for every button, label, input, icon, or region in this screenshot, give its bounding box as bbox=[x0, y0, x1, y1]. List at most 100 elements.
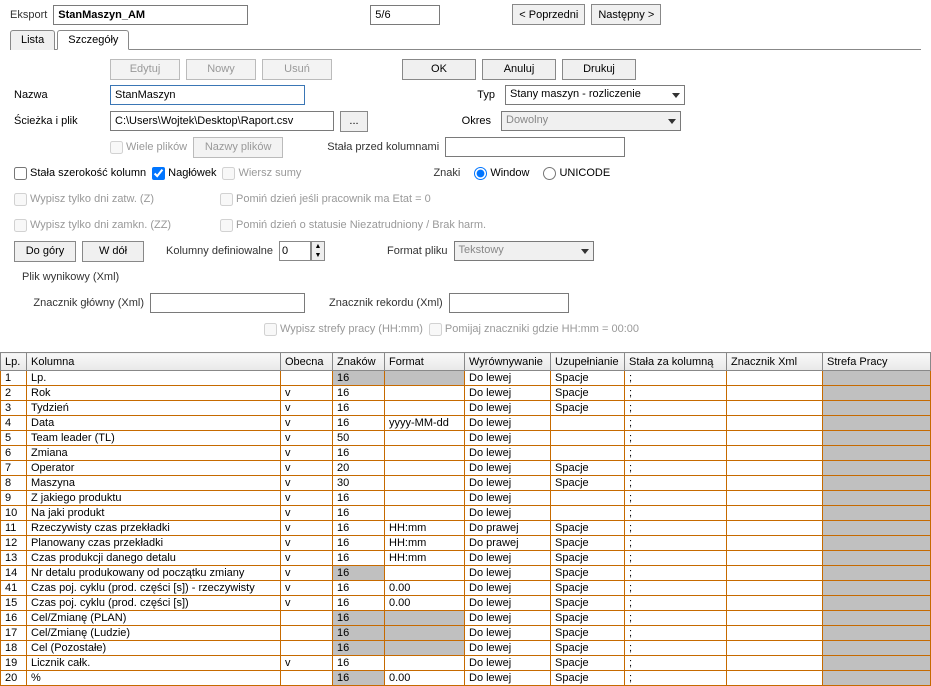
spin-up-icon[interactable]: ▲ bbox=[312, 242, 324, 251]
table-row[interactable]: 15Czas poj. cyklu (prod. części [s])v160… bbox=[1, 596, 931, 611]
table-cell[interactable]: v bbox=[281, 476, 333, 491]
table-cell[interactable]: Spacje bbox=[551, 551, 625, 566]
table-cell[interactable]: v bbox=[281, 401, 333, 416]
table-cell[interactable] bbox=[823, 641, 931, 656]
table-cell[interactable]: 12 bbox=[1, 536, 27, 551]
table-cell[interactable] bbox=[823, 446, 931, 461]
table-cell[interactable] bbox=[385, 461, 465, 476]
table-cell[interactable]: 20 bbox=[333, 461, 385, 476]
table-cell[interactable]: v bbox=[281, 416, 333, 431]
table-row[interactable]: 5Team leader (TL)v50Do lewej; bbox=[1, 431, 931, 446]
table-cell[interactable] bbox=[385, 656, 465, 671]
table-cell[interactable]: Spacje bbox=[551, 536, 625, 551]
table-cell[interactable]: 16 bbox=[333, 521, 385, 536]
w-dol-button[interactable]: W dół bbox=[82, 241, 144, 262]
col-header[interactable]: Wyrównywanie bbox=[465, 353, 551, 371]
table-cell[interactable]: ; bbox=[625, 401, 727, 416]
table-cell[interactable]: ; bbox=[625, 596, 727, 611]
table-cell[interactable]: Spacje bbox=[551, 476, 625, 491]
table-cell[interactable]: yyyy-MM-dd bbox=[385, 416, 465, 431]
table-cell[interactable]: ; bbox=[625, 491, 727, 506]
table-cell[interactable]: Do lewej bbox=[465, 431, 551, 446]
table-cell[interactable]: 16 bbox=[333, 536, 385, 551]
table-cell[interactable]: Do lewej bbox=[465, 671, 551, 686]
do-gory-button[interactable]: Do góry bbox=[14, 241, 76, 262]
table-cell[interactable]: ; bbox=[625, 461, 727, 476]
table-cell[interactable]: 16 bbox=[333, 626, 385, 641]
table-cell[interactable] bbox=[551, 431, 625, 446]
table-cell[interactable]: Cel/Zmianę (PLAN) bbox=[27, 611, 281, 626]
table-cell[interactable]: 13 bbox=[1, 551, 27, 566]
table-cell[interactable] bbox=[385, 401, 465, 416]
table-cell[interactable]: Team leader (TL) bbox=[27, 431, 281, 446]
table-cell[interactable]: Do lewej bbox=[465, 416, 551, 431]
table-cell[interactable]: 0.00 bbox=[385, 581, 465, 596]
table-cell[interactable]: Spacje bbox=[551, 371, 625, 386]
table-cell[interactable]: 5 bbox=[1, 431, 27, 446]
table-cell[interactable]: Do lewej bbox=[465, 581, 551, 596]
table-cell[interactable]: Spacje bbox=[551, 596, 625, 611]
table-cell[interactable]: v bbox=[281, 491, 333, 506]
table-cell[interactable]: Spacje bbox=[551, 461, 625, 476]
table-cell[interactable] bbox=[823, 491, 931, 506]
table-cell[interactable]: 0.00 bbox=[385, 596, 465, 611]
export-name-input[interactable] bbox=[53, 5, 248, 25]
table-cell[interactable]: ; bbox=[625, 476, 727, 491]
table-cell[interactable]: Planowany czas przekładki bbox=[27, 536, 281, 551]
table-cell[interactable] bbox=[281, 626, 333, 641]
table-cell[interactable]: ; bbox=[625, 656, 727, 671]
table-cell[interactable] bbox=[385, 506, 465, 521]
table-cell[interactable] bbox=[551, 506, 625, 521]
table-cell[interactable]: Licznik całk. bbox=[27, 656, 281, 671]
table-cell[interactable]: ; bbox=[625, 416, 727, 431]
znacznik-rek-input[interactable] bbox=[449, 293, 569, 313]
nowy-button[interactable]: Nowy bbox=[186, 59, 256, 80]
table-cell[interactable]: 11 bbox=[1, 521, 27, 536]
page-indicator[interactable] bbox=[370, 5, 440, 25]
table-cell[interactable]: ; bbox=[625, 536, 727, 551]
table-cell[interactable] bbox=[727, 581, 823, 596]
table-cell[interactable]: 14 bbox=[1, 566, 27, 581]
table-cell[interactable]: Do lewej bbox=[465, 491, 551, 506]
table-cell[interactable] bbox=[823, 521, 931, 536]
table-cell[interactable]: 16 bbox=[333, 506, 385, 521]
table-cell[interactable]: Do lewej bbox=[465, 641, 551, 656]
table-cell[interactable]: 16 bbox=[333, 641, 385, 656]
table-cell[interactable] bbox=[727, 626, 823, 641]
table-cell[interactable]: 19 bbox=[1, 656, 27, 671]
next-button[interactable]: Następny > bbox=[591, 4, 661, 25]
table-cell[interactable]: 16 bbox=[333, 416, 385, 431]
table-row[interactable]: 6Zmianav16Do lewej; bbox=[1, 446, 931, 461]
table-cell[interactable]: 16 bbox=[333, 491, 385, 506]
table-cell[interactable]: 16 bbox=[333, 611, 385, 626]
table-cell[interactable] bbox=[727, 401, 823, 416]
table-cell[interactable] bbox=[727, 506, 823, 521]
table-cell[interactable] bbox=[727, 596, 823, 611]
table-cell[interactable]: HH:mm bbox=[385, 551, 465, 566]
table-cell[interactable]: 1 bbox=[1, 371, 27, 386]
edytuj-button[interactable]: Edytuj bbox=[110, 59, 180, 80]
znaki-window-radio[interactable]: Window bbox=[474, 167, 529, 180]
table-cell[interactable]: 16 bbox=[333, 371, 385, 386]
table-cell[interactable]: Spacje bbox=[551, 641, 625, 656]
table-cell[interactable]: ; bbox=[625, 431, 727, 446]
table-cell[interactable] bbox=[823, 506, 931, 521]
table-cell[interactable]: v bbox=[281, 521, 333, 536]
table-cell[interactable]: 16 bbox=[333, 401, 385, 416]
table-cell[interactable]: ; bbox=[625, 551, 727, 566]
table-cell[interactable]: ; bbox=[625, 671, 727, 686]
table-cell[interactable]: 16 bbox=[333, 566, 385, 581]
col-header[interactable]: Obecna bbox=[281, 353, 333, 371]
table-cell[interactable] bbox=[385, 446, 465, 461]
table-cell[interactable] bbox=[823, 536, 931, 551]
znacznik-gl-input[interactable] bbox=[150, 293, 305, 313]
table-cell[interactable]: Tydzień bbox=[27, 401, 281, 416]
table-cell[interactable] bbox=[385, 431, 465, 446]
table-row[interactable]: 2Rokv16Do lewejSpacje; bbox=[1, 386, 931, 401]
table-cell[interactable]: Czas poj. cyklu (prod. części [s]) - rze… bbox=[27, 581, 281, 596]
table-cell[interactable] bbox=[551, 446, 625, 461]
table-cell[interactable] bbox=[385, 491, 465, 506]
col-header[interactable]: Strefa Pracy bbox=[823, 353, 931, 371]
table-row[interactable]: 3Tydzieńv16Do lewejSpacje; bbox=[1, 401, 931, 416]
table-row[interactable]: 10Na jaki produktv16Do lewej; bbox=[1, 506, 931, 521]
